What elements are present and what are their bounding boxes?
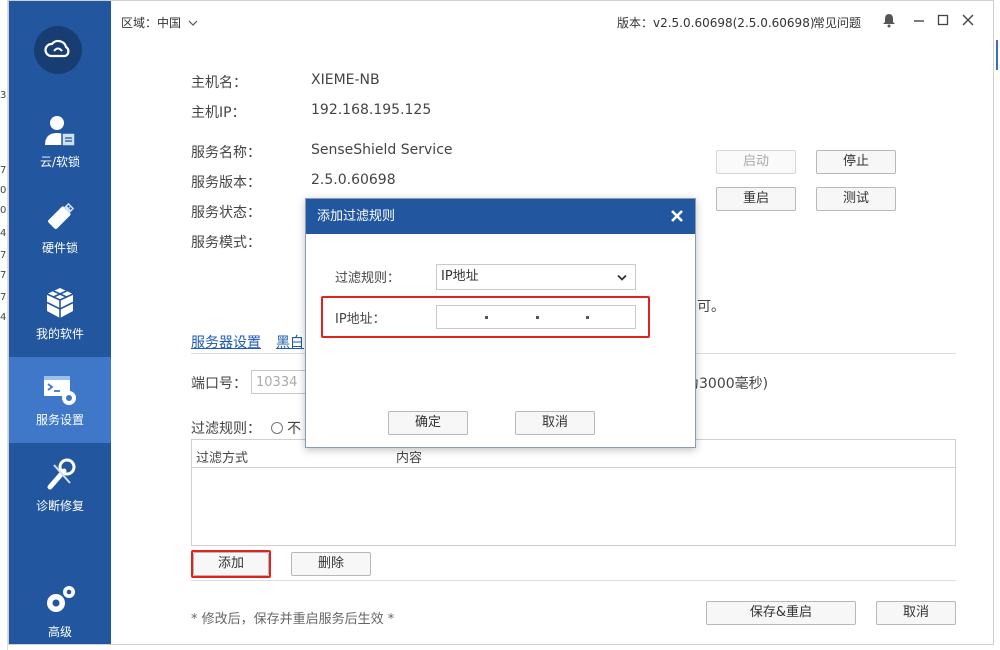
close-icon[interactable]	[669, 208, 685, 224]
port-label: 端口号：	[191, 376, 247, 392]
tab-server-settings[interactable]: 服务器设置	[191, 332, 261, 352]
filter-radio-label: 不	[287, 421, 301, 437]
filter-rule-label: 过滤规则：	[191, 421, 261, 437]
filter-rule-select-value: IP地址	[441, 269, 479, 284]
faq-link[interactable]: 常见问题	[813, 14, 861, 31]
sidebar-item-cloud-soft-lock[interactable]: 云/软锁	[9, 99, 111, 185]
maximize-icon[interactable]	[935, 12, 951, 28]
service-status-label: 服务状态：	[191, 205, 261, 221]
service-name-label: 服务名称：	[191, 145, 261, 161]
sidebar-item-label: 诊断修复	[35, 499, 84, 513]
chevron-down-icon	[617, 274, 627, 281]
filter-radio-option[interactable]: 不	[271, 418, 301, 438]
sidebar-item-my-software[interactable]: 我的软件	[9, 271, 111, 357]
host-ip-label: 主机IP：	[191, 105, 246, 121]
region-label: 区域：中国	[121, 16, 182, 30]
highlight-add-button	[191, 550, 271, 578]
tab-blackwhite-list[interactable]: 黑白	[276, 332, 304, 352]
host-name-label: 主机名：	[191, 75, 247, 91]
sidebar-item-label: 服务设置	[35, 413, 84, 427]
footer-note: * 修改后，保存并重启服务后生效 *	[191, 612, 395, 627]
app-logo	[34, 26, 82, 74]
delete-filter-button[interactable]: 删除	[291, 552, 371, 576]
sidebar-item-diagnose-repair[interactable]: 诊断修复	[9, 443, 111, 529]
cancel-button[interactable]: 取消	[876, 601, 956, 625]
cubes-icon	[46, 288, 74, 318]
dialog-cancel-button[interactable]: 取消	[515, 411, 595, 435]
column-filter-method: 过滤方式	[196, 451, 249, 466]
sidebar-item-label: 我的软件	[35, 327, 84, 341]
host-name-value: XIEME-NB	[311, 72, 380, 88]
background-window-edge: 370047774	[0, 0, 8, 650]
start-service-button[interactable]: 启动	[716, 150, 796, 174]
close-icon[interactable]	[960, 12, 976, 28]
user-lock-icon	[45, 116, 76, 147]
usb-dongle-icon	[48, 202, 75, 229]
filter-table: 过滤方式 内容	[191, 439, 956, 546]
service-mode-label: 服务模式：	[191, 235, 261, 251]
add-filter-rule-dialog: 添加过滤规则 过滤规则： IP地址 IP地址： 确定 取消	[305, 198, 696, 448]
stop-service-button[interactable]: 停止	[816, 150, 896, 174]
region-selector[interactable]: 区域：中国	[121, 14, 198, 31]
sidebar-item-label: 云/软锁	[39, 155, 81, 169]
wrench-icon	[47, 458, 76, 490]
save-restart-button[interactable]: 保存&重启	[706, 601, 856, 625]
column-content: 内容	[396, 451, 423, 466]
terminal-gear-icon	[44, 376, 76, 405]
sidebar: 云/软锁 硬件锁 我的软件 服务设置 诊断修复 高级	[9, 1, 111, 644]
service-name-value: SenseShield Service	[311, 142, 453, 158]
title-bar: 区域：中国 版本：v2.5.0.60698(2.5.0.60698) 常见问题	[111, 1, 993, 41]
radio-button-icon[interactable]	[271, 422, 283, 434]
sidebar-item-label: 高级	[47, 625, 72, 639]
sidebar-item-hardware-lock[interactable]: 硬件锁	[9, 185, 111, 271]
sidebar-item-label: 硬件锁	[41, 241, 78, 255]
bell-icon[interactable]	[881, 12, 897, 28]
dialog-rule-label: 过滤规则：	[335, 271, 401, 286]
version-text: 版本：v2.5.0.60698(2.5.0.60698)	[617, 16, 815, 30]
filter-rule-select[interactable]: IP地址	[436, 264, 636, 290]
sidebar-item-advanced[interactable]: 高级	[9, 569, 111, 650]
cloud-logo-icon	[44, 39, 70, 58]
port-input[interactable]	[251, 370, 311, 394]
background-window-edge-right	[994, 0, 1000, 650]
service-version-label: 服务版本：	[191, 175, 261, 191]
dialog-title: 添加过滤规则	[306, 199, 695, 234]
chevron-down-icon	[188, 20, 198, 26]
dialog-ok-button[interactable]: 确定	[388, 411, 468, 435]
sidebar-item-service-settings[interactable]: 服务设置	[9, 357, 111, 443]
host-ip-value: 192.168.195.125	[311, 102, 432, 118]
timeout-note-partial: 为3000毫秒)	[685, 376, 769, 392]
test-service-button[interactable]: 测试	[816, 187, 896, 211]
restart-service-button[interactable]: 重启	[716, 187, 796, 211]
service-version-value: 2.5.0.60698	[311, 172, 396, 188]
footer-divider	[191, 580, 956, 581]
service-mode-note-partial: 可。	[697, 299, 725, 315]
minimize-icon[interactable]	[911, 12, 927, 28]
gears-icon	[47, 586, 75, 612]
highlight-ip-field	[321, 296, 650, 338]
